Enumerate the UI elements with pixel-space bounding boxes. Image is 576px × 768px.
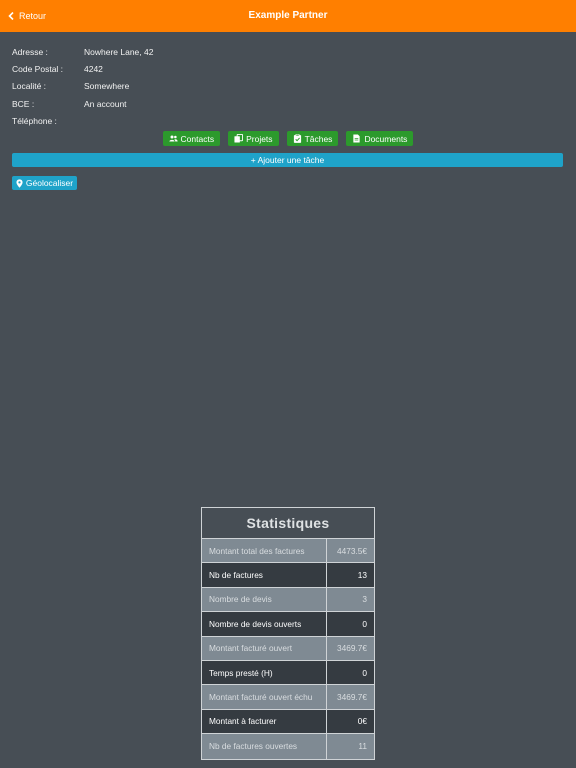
info-label: Téléphone : xyxy=(12,116,57,127)
copy-icon xyxy=(234,134,244,143)
back-label: Retour xyxy=(19,11,47,21)
table-row: Montant facturé ouvert échu 3469.7€ xyxy=(202,685,374,710)
stat-value: 3469.7€ xyxy=(337,643,367,654)
stat-label: Montant à facturer xyxy=(202,709,327,734)
documents-button[interactable]: Documents xyxy=(346,131,414,146)
stat-label: Nb de factures ouvertes xyxy=(202,734,327,759)
table-row: Temps presté (H) 0 xyxy=(202,660,374,686)
file-icon xyxy=(353,134,361,143)
info-value: 4242 xyxy=(84,64,103,75)
stat-label: Temps presté (H) xyxy=(202,660,327,685)
stat-value: 4473.5€ xyxy=(337,545,367,556)
chevron-left-icon xyxy=(8,12,14,20)
info-row-postal-code: Code Postal : 4242 xyxy=(12,60,153,77)
statistics-table: Statistiques Montant total des factures … xyxy=(201,507,375,760)
table-row: Montant à facturer 0€ xyxy=(202,709,374,735)
add-task-button[interactable]: + Ajouter une tâche xyxy=(12,153,563,167)
info-label: Localité : xyxy=(12,81,47,92)
table-row: Montant facturé ouvert 3469.7€ xyxy=(202,636,374,661)
stat-value: 13 xyxy=(357,570,367,581)
projets-label: Projets xyxy=(246,133,273,144)
table-row: Nombre de devis ouverts 0 xyxy=(202,612,374,637)
stat-label: Nb de factures xyxy=(202,563,327,587)
statistics-title: Statistiques xyxy=(202,508,374,539)
geolocate-label: Géolocaliser xyxy=(25,178,74,188)
info-row-phone: Téléphone : xyxy=(12,113,153,130)
stat-label: Montant total des factures xyxy=(202,539,327,563)
map-marker-icon xyxy=(16,178,23,188)
table-row: Nb de factures 13 xyxy=(202,563,374,588)
contacts-button[interactable]: Contacts xyxy=(162,131,221,146)
add-task-label: + Ajouter une tâche xyxy=(250,155,325,165)
info-value: An account xyxy=(84,98,127,109)
info-value: Somewhere xyxy=(84,81,130,92)
stat-label: Montant facturé ouvert échu xyxy=(202,685,327,709)
info-row-address: Adresse : Nowhere Lane, 42 xyxy=(12,43,153,60)
stat-value: 0 xyxy=(362,667,367,678)
info-label: Code Postal : xyxy=(12,64,64,75)
info-value: Nowhere Lane, 42 xyxy=(84,46,154,57)
action-buttons: Contacts Projets Tâches Documents xyxy=(0,131,576,146)
stat-value: 11 xyxy=(358,741,367,752)
stat-value: 0€ xyxy=(357,716,367,727)
taches-label: Tâches xyxy=(304,133,333,144)
info-row-locality: Localité : Somewhere xyxy=(12,78,153,95)
partner-info: Adresse : Nowhere Lane, 42 Code Postal :… xyxy=(12,43,153,130)
stat-value: 3 xyxy=(362,594,367,605)
info-label: Adresse : xyxy=(12,46,48,57)
page-title: Example Partner xyxy=(248,10,328,21)
stat-label: Nombre de devis ouverts xyxy=(202,612,327,636)
contacts-label: Contacts xyxy=(180,133,215,144)
geolocate-button[interactable]: Géolocaliser xyxy=(12,176,77,190)
documents-label: Documents xyxy=(364,133,408,144)
info-row-bce: BCE : An account xyxy=(12,95,153,112)
back-button[interactable]: Retour xyxy=(8,0,46,32)
table-row: Montant total des factures 4473.5€ xyxy=(202,539,374,564)
taches-button[interactable]: Tâches xyxy=(286,131,339,146)
projets-button[interactable]: Projets xyxy=(228,131,279,146)
stat-value: 0 xyxy=(362,618,367,629)
stat-value: 3469.7€ xyxy=(337,692,367,703)
stat-label: Nombre de devis xyxy=(202,587,327,612)
table-row: Nombre de devis 3 xyxy=(202,587,374,613)
stat-label: Montant facturé ouvert xyxy=(202,636,327,660)
table-row: Nb de factures ouvertes 11 xyxy=(202,734,374,759)
people-icon xyxy=(168,135,178,142)
clipboard-icon xyxy=(293,134,301,143)
info-label: BCE : xyxy=(12,98,35,109)
top-bar: Example Partner Retour xyxy=(0,0,576,32)
